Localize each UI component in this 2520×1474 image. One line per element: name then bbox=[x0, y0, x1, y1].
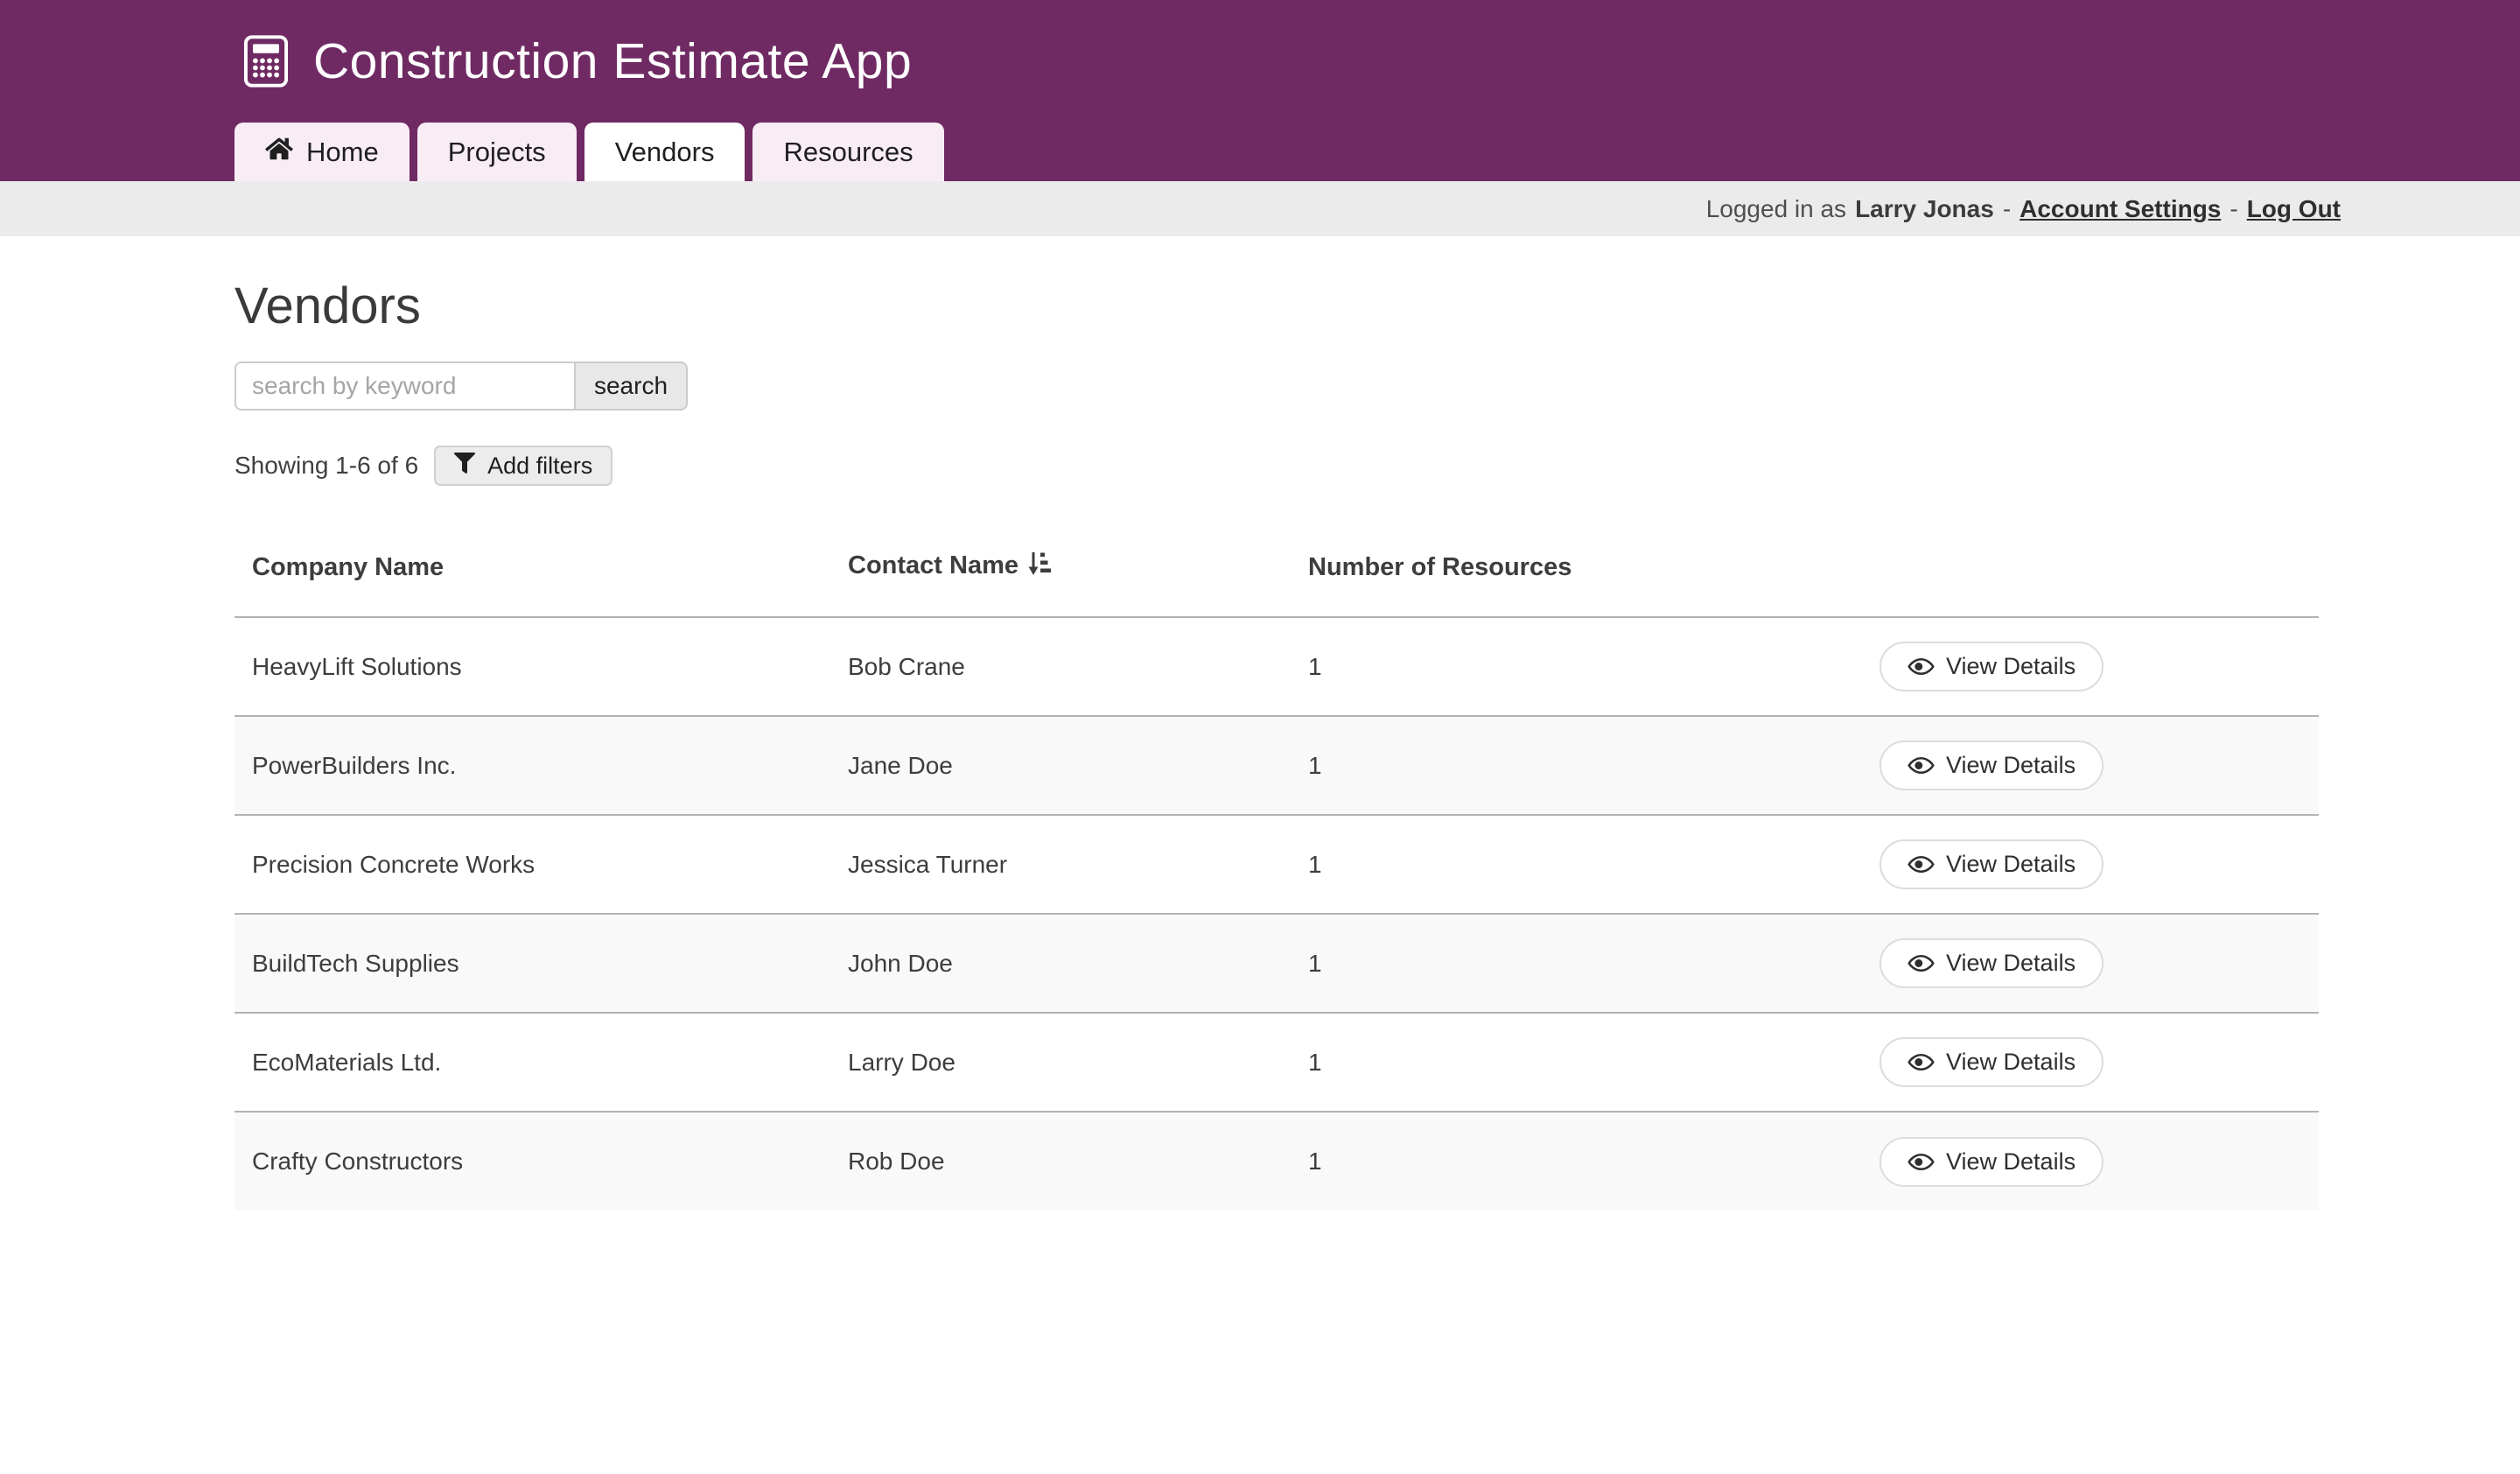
brand: Construction Estimate App bbox=[0, 0, 2520, 123]
company-name-cell: Precision Concrete Works bbox=[234, 815, 830, 914]
tab-vendors-label: Vendors bbox=[615, 137, 715, 168]
action-cell: View Details bbox=[1880, 716, 2319, 815]
calculator-icon bbox=[243, 35, 289, 88]
resource-count-cell: 1 bbox=[1291, 617, 1880, 716]
eye-icon bbox=[1908, 756, 1935, 775]
tab-projects[interactable]: Projects bbox=[417, 123, 577, 181]
app-title: Construction Estimate App bbox=[313, 32, 912, 90]
action-cell: View Details bbox=[1880, 1013, 2319, 1112]
logged-in-username: Larry Jonas bbox=[1855, 195, 1994, 223]
log-out-link[interactable]: Log Out bbox=[2247, 195, 2341, 223]
action-cell: View Details bbox=[1880, 914, 2319, 1013]
resource-count-cell: 1 bbox=[1291, 914, 1880, 1013]
eye-icon bbox=[1908, 855, 1935, 874]
resource-count-cell: 1 bbox=[1291, 815, 1880, 914]
main-nav: Home Projects Vendors Resources bbox=[234, 123, 944, 181]
tab-home-label: Home bbox=[306, 137, 379, 168]
tab-vendors[interactable]: Vendors bbox=[584, 123, 746, 181]
add-filters-button[interactable]: Add filters bbox=[434, 446, 612, 486]
results-summary: Showing 1-6 of 6 bbox=[234, 452, 418, 480]
action-cell: View Details bbox=[1880, 815, 2319, 914]
view-details-button[interactable]: View Details bbox=[1880, 1037, 2104, 1087]
search-button[interactable]: search bbox=[574, 361, 688, 411]
separator: - bbox=[2003, 195, 2011, 223]
eye-icon bbox=[1908, 1153, 1935, 1171]
contact-name-cell: Larry Doe bbox=[830, 1013, 1291, 1112]
company-name-cell: Crafty Constructors bbox=[234, 1112, 830, 1211]
contact-name-cell: Jane Doe bbox=[830, 716, 1291, 815]
account-settings-link[interactable]: Account Settings bbox=[2020, 195, 2221, 223]
resource-count-cell: 1 bbox=[1291, 1013, 1880, 1112]
eye-icon bbox=[1908, 657, 1935, 676]
company-name-cell: PowerBuilders Inc. bbox=[234, 716, 830, 815]
tab-projects-label: Projects bbox=[448, 137, 546, 168]
contact-name-cell: Jessica Turner bbox=[830, 815, 1291, 914]
tab-resources-label: Resources bbox=[783, 137, 913, 168]
table-row: BuildTech Supplies John Doe 1 View Detai… bbox=[234, 914, 2319, 1013]
home-icon bbox=[265, 137, 293, 168]
company-name-cell: HeavyLift Solutions bbox=[234, 617, 830, 716]
column-header-actions bbox=[1880, 526, 2319, 617]
company-name-cell: BuildTech Supplies bbox=[234, 914, 830, 1013]
column-header-company[interactable]: Company Name bbox=[234, 526, 830, 617]
table-row: HeavyLift Solutions Bob Crane 1 View Det… bbox=[234, 617, 2319, 716]
table-row: Precision Concrete Works Jessica Turner … bbox=[234, 815, 2319, 914]
page-title: Vendors bbox=[234, 277, 2319, 335]
table-header-row: Company Name Contact Name Number of Reso… bbox=[234, 526, 2319, 617]
filter-icon bbox=[454, 453, 475, 480]
company-name-cell: EcoMaterials Ltd. bbox=[234, 1013, 830, 1112]
tab-resources[interactable]: Resources bbox=[752, 123, 943, 181]
tab-home[interactable]: Home bbox=[234, 123, 410, 181]
view-details-button[interactable]: View Details bbox=[1880, 741, 2104, 790]
search-input[interactable] bbox=[234, 361, 576, 411]
eye-icon bbox=[1908, 1053, 1935, 1071]
contact-name-cell: Rob Doe bbox=[830, 1112, 1291, 1211]
user-bar: Logged in as Larry Jonas - Account Setti… bbox=[0, 181, 2520, 236]
contact-name-cell: John Doe bbox=[830, 914, 1291, 1013]
table-row: EcoMaterials Ltd. Larry Doe 1 View Detai… bbox=[234, 1013, 2319, 1112]
logged-in-prefix: Logged in as bbox=[1706, 195, 1846, 223]
add-filters-label: Add filters bbox=[487, 453, 592, 480]
table-row: Crafty Constructors Rob Doe 1 View Detai… bbox=[234, 1112, 2319, 1211]
action-cell: View Details bbox=[1880, 1112, 2319, 1211]
eye-icon bbox=[1908, 954, 1935, 972]
column-header-contact[interactable]: Contact Name bbox=[830, 526, 1291, 617]
contact-name-cell: Bob Crane bbox=[830, 617, 1291, 716]
search-group: search bbox=[234, 361, 688, 411]
view-details-button[interactable]: View Details bbox=[1880, 938, 2104, 988]
view-details-button[interactable]: View Details bbox=[1880, 642, 2104, 691]
view-details-button[interactable]: View Details bbox=[1880, 1137, 2104, 1187]
table-row: PowerBuilders Inc. Jane Doe 1 View Detai… bbox=[234, 716, 2319, 815]
sort-amount-down-icon bbox=[1027, 556, 1051, 584]
separator: - bbox=[2230, 195, 2237, 223]
resource-count-cell: 1 bbox=[1291, 716, 1880, 815]
action-cell: View Details bbox=[1880, 617, 2319, 716]
resource-count-cell: 1 bbox=[1291, 1112, 1880, 1211]
view-details-button[interactable]: View Details bbox=[1880, 839, 2104, 889]
column-header-resources[interactable]: Number of Resources bbox=[1291, 526, 1880, 617]
vendors-table: Company Name Contact Name Number of Reso… bbox=[234, 526, 2319, 1211]
main-content: Vendors search Showing 1-6 of 6 Add filt… bbox=[0, 277, 2520, 1211]
results-row: Showing 1-6 of 6 Add filters bbox=[234, 446, 2319, 486]
app-header: Construction Estimate App Home Projects … bbox=[0, 0, 2520, 181]
